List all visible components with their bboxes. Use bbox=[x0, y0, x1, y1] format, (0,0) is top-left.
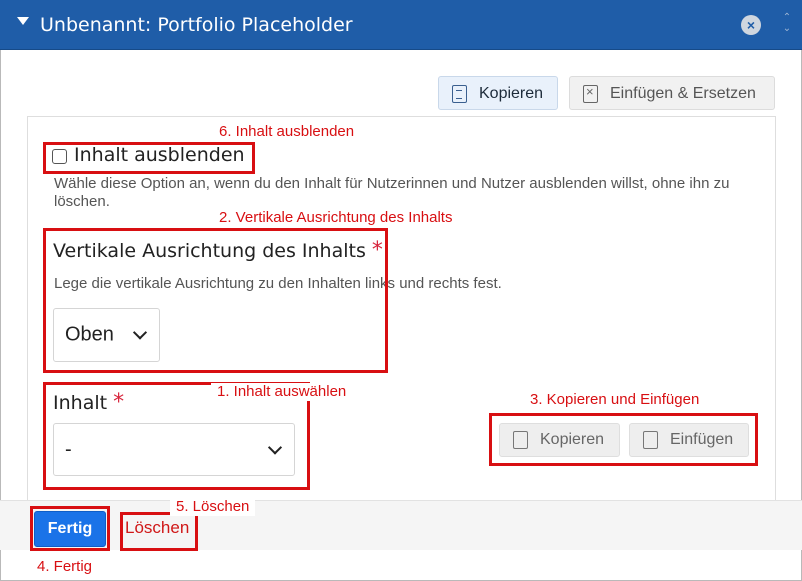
vertical-alignment-value: Oben bbox=[65, 323, 114, 346]
content-select[interactable]: - bbox=[53, 423, 295, 476]
clipboard-paste-icon bbox=[643, 431, 658, 449]
clipboard-paste-icon bbox=[583, 85, 598, 103]
annotation-6: 6. Inhalt ausblenden bbox=[213, 123, 361, 141]
content-copy-button[interactable]: Kopieren bbox=[499, 423, 620, 457]
content-copy-label: Kopieren bbox=[540, 431, 605, 448]
vertical-alignment-select[interactable]: Oben bbox=[53, 308, 160, 362]
vertical-alignment-label: Vertikale Ausrichtung des Inhalts * bbox=[53, 238, 383, 263]
reorder-arrows-icon[interactable]: ⌃ ⌄ bbox=[781, 12, 793, 40]
content-value: - bbox=[65, 438, 72, 460]
annotation-3: 3. Kopieren und Einfügen bbox=[524, 391, 706, 409]
annotation-1: 1. Inhalt auswählen bbox=[211, 383, 353, 401]
dialog-footer bbox=[0, 500, 802, 550]
annotation-5: 5. Löschen bbox=[170, 498, 256, 516]
title-bar: Unbenannt: Portfolio Placeholder × ⌃ ⌄ bbox=[0, 0, 802, 50]
close-icon[interactable]: × bbox=[741, 15, 761, 35]
done-button[interactable]: Fertig bbox=[34, 511, 106, 547]
chevron-down-icon bbox=[267, 439, 283, 455]
hide-content-checkbox[interactable] bbox=[52, 149, 67, 164]
collapse-caret-icon[interactable] bbox=[17, 17, 29, 25]
content-label: Inhalt * bbox=[53, 390, 124, 415]
copy-button-label: Kopieren bbox=[479, 85, 544, 102]
content-label-text: Inhalt bbox=[53, 392, 108, 414]
required-marker: * bbox=[371, 238, 383, 263]
paste-replace-button[interactable]: Einfügen & Ersetzen bbox=[569, 76, 775, 110]
required-marker: * bbox=[113, 390, 125, 415]
hide-content-label[interactable]: Inhalt ausblenden bbox=[74, 144, 245, 166]
copy-button[interactable]: Kopieren bbox=[438, 76, 558, 110]
chevron-down-icon bbox=[132, 325, 148, 340]
paste-replace-button-label: Einfügen & Ersetzen bbox=[610, 85, 756, 102]
vertical-alignment-label-text: Vertikale Ausrichtung des Inhalts bbox=[53, 240, 366, 262]
window-title: Unbenannt: Portfolio Placeholder bbox=[40, 14, 353, 36]
content-paste-label: Einfügen bbox=[670, 431, 734, 448]
delete-button[interactable]: Löschen bbox=[125, 518, 189, 538]
copy-icon bbox=[452, 85, 467, 103]
annotation-2: 2. Vertikale Ausrichtung des Inhalts bbox=[213, 209, 459, 227]
annotation-4: 4. Fertig bbox=[31, 558, 99, 576]
hide-content-help: Wähle diese Option an, wenn du den Inhal… bbox=[54, 175, 730, 210]
copy-icon bbox=[513, 431, 528, 449]
vertical-alignment-help: Lege die vertikale Ausrichtung zu den In… bbox=[54, 275, 502, 292]
content-paste-button[interactable]: Einfügen bbox=[629, 423, 749, 457]
